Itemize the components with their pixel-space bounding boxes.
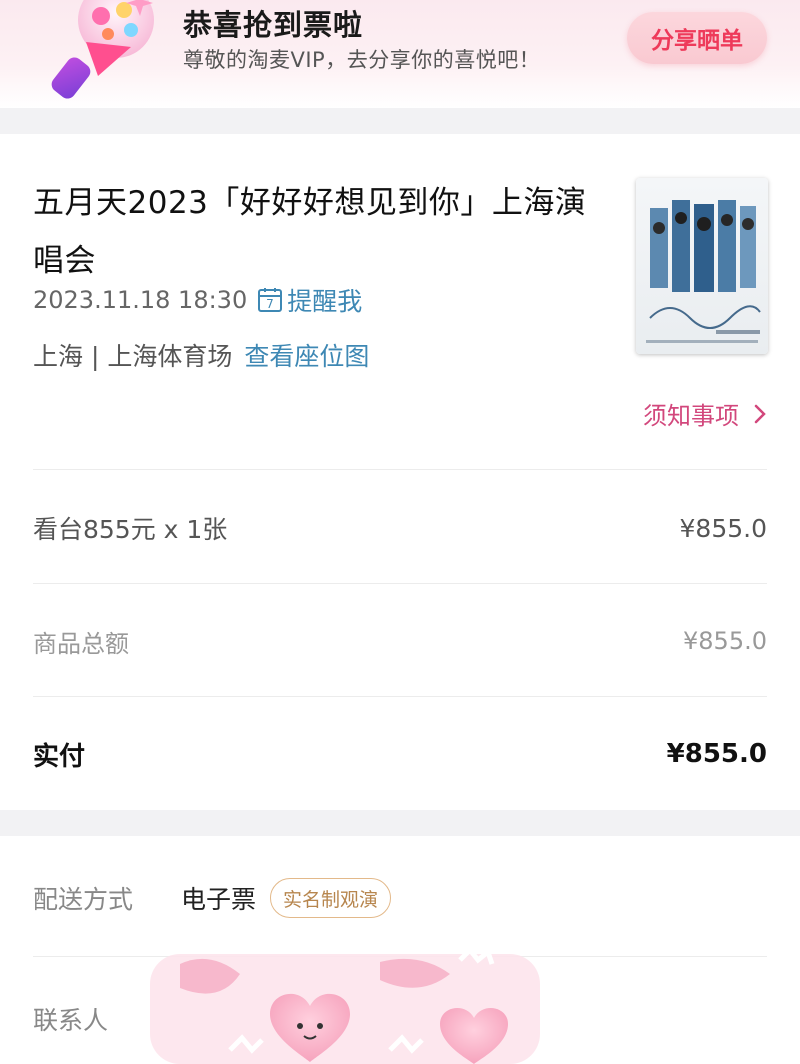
seat-map-link[interactable]: 查看座位图 bbox=[244, 337, 369, 373]
delivery-method-label: 配送方式 bbox=[33, 885, 134, 914]
event-datetime: 2023.11.18 18:30 bbox=[33, 286, 248, 314]
ticket-item-price: ¥855.0 bbox=[679, 513, 767, 543]
total-value: ¥855.0 bbox=[683, 627, 767, 655]
banner-subtitle: 尊敬的淘麦VIP，去分享你的喜悦吧！ bbox=[183, 48, 541, 72]
success-banner: 恭喜抢到票啦 尊敬的淘麦VIP，去分享你的喜悦吧！ 分享晒单 bbox=[0, 0, 800, 108]
realname-badge: 实名制观演 bbox=[270, 878, 392, 918]
contact-row: 联系人 bbox=[33, 999, 108, 1039]
event-datetime-row: 2023.11.18 18:30 7 提醒我 bbox=[33, 282, 362, 318]
trophy-ticket-icon bbox=[51, 0, 154, 99]
event-poster-image[interactable] bbox=[636, 178, 768, 354]
paid-label: 实付 bbox=[33, 741, 86, 772]
banner-title: 恭喜抢到票啦 bbox=[183, 8, 364, 42]
calendar-day: 7 bbox=[266, 297, 274, 311]
remind-me-link[interactable]: 提醒我 bbox=[287, 282, 362, 318]
event-title: 五月天2023「好好好想见到你」上海演唱会 bbox=[33, 185, 587, 279]
notice-label: 须知事项 bbox=[643, 402, 739, 430]
heart-sticker-image bbox=[150, 954, 540, 1064]
notice-link[interactable]: 须知事项 bbox=[643, 396, 767, 431]
ticket-item-row: 看台855元 x 1张 ¥855.0 bbox=[33, 508, 767, 548]
event-order-card: 五月天2023「好好好想见到你」上海演唱会 2023.11.18 18:30 7… bbox=[0, 134, 800, 810]
contact-label: 联系人 bbox=[33, 1006, 109, 1035]
share-order-button[interactable]: 分享晒单 bbox=[627, 12, 767, 64]
delivery-method-value: 电子票 bbox=[181, 885, 257, 914]
ticket-item-label: 看台855元 x 1张 bbox=[33, 515, 228, 544]
calendar-icon[interactable]: 7 bbox=[257, 287, 283, 313]
total-label: 商品总额 bbox=[33, 629, 129, 658]
chevron-right-icon bbox=[754, 404, 766, 423]
divider bbox=[33, 696, 767, 697]
delivery-method-row: 配送方式 电子票 实名制观演 bbox=[33, 878, 392, 918]
divider bbox=[33, 583, 767, 584]
delivery-card: 配送方式 电子票 实名制观演 联系人 bbox=[0, 836, 800, 1064]
paid-row: 实付 ¥855.0 bbox=[33, 734, 767, 774]
paid-value: ¥855.0 bbox=[666, 739, 767, 769]
divider bbox=[33, 469, 767, 470]
event-venue: 上海 | 上海体育场 bbox=[33, 342, 233, 371]
total-row: 商品总额 ¥855.0 bbox=[33, 621, 767, 661]
event-venue-row: 上海 | 上海体育场 查看座位图 bbox=[33, 337, 369, 373]
